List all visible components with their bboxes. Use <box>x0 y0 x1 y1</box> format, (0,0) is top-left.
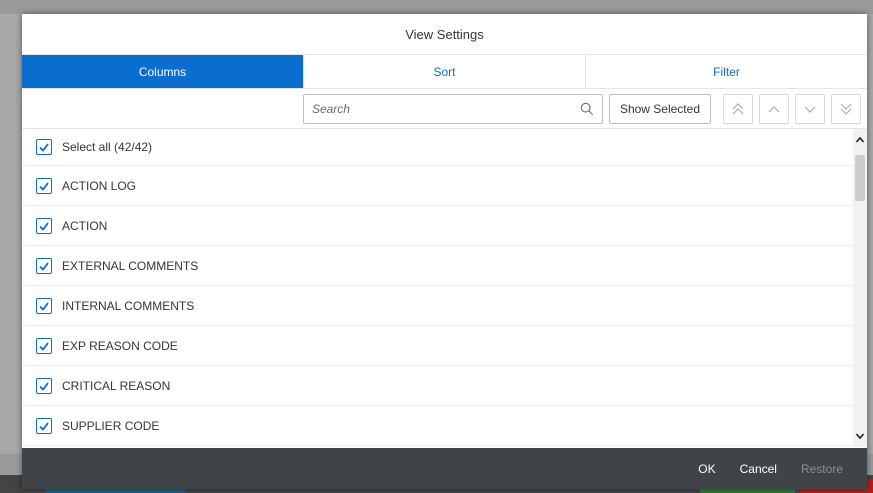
dialog-title: View Settings <box>405 26 484 42</box>
checkbox[interactable] <box>36 257 52 274</box>
move-down-button[interactable] <box>795 93 825 124</box>
scroll-up-button[interactable] <box>853 133 867 147</box>
tab-columns-label: Columns <box>138 64 187 79</box>
caret-down-icon <box>855 433 865 440</box>
checkbox[interactable] <box>36 139 52 155</box>
move-up-button[interactable] <box>759 93 789 124</box>
list-item-label: EXTERNAL COMMENTS <box>62 258 199 273</box>
checkbox[interactable] <box>36 217 52 234</box>
tab-filter[interactable]: Filter <box>586 55 867 88</box>
checkmark-icon <box>39 421 49 431</box>
tab-bar: Columns Sort Filter <box>22 55 867 89</box>
list-item[interactable]: ACTION LOG <box>22 166 853 206</box>
checkmark-icon <box>39 221 49 231</box>
caret-up-icon <box>855 136 865 143</box>
column-list: Select all (42/42) ACTION LOG ACTION EXT… <box>22 129 867 447</box>
background-left-edge <box>0 14 22 454</box>
checkmark-icon <box>39 301 49 311</box>
search-input[interactable] <box>311 101 580 116</box>
list-item[interactable]: EXTERNAL COMMENTS <box>22 246 853 286</box>
list-item-label: CRITICAL REASON <box>62 378 171 393</box>
chevron-down-icon <box>804 106 816 113</box>
tab-filter-label: Filter <box>713 64 740 79</box>
checkbox[interactable] <box>36 297 52 314</box>
checkmark-icon <box>39 261 49 271</box>
checkmark-icon <box>39 181 49 191</box>
background-right-edge <box>867 14 873 454</box>
tab-columns[interactable]: Columns <box>22 55 304 88</box>
checkbox[interactable] <box>36 337 52 354</box>
list-item[interactable]: ACTION <box>22 206 853 246</box>
list-item[interactable]: CRITICAL REASON <box>22 366 853 406</box>
list-scrollbar[interactable] <box>853 129 867 447</box>
checkbox[interactable] <box>36 377 52 394</box>
columns-toolbar: Show Selected <box>22 89 867 129</box>
ok-button[interactable]: OK <box>686 462 727 476</box>
list-item[interactable]: SUPPLIER CODE <box>22 406 853 446</box>
scrollbar-thumb[interactable] <box>855 155 865 201</box>
search-field[interactable] <box>302 93 603 124</box>
double-chevron-down-icon <box>840 103 852 115</box>
list-item-label: ACTION LOG <box>62 178 137 193</box>
list-item-label: ACTION <box>62 218 108 233</box>
list-item-label: SUPPLIER CODE <box>62 418 160 433</box>
tab-sort[interactable]: Sort <box>304 55 586 88</box>
tab-sort-label: Sort <box>433 64 456 79</box>
list-item-label: INTERNAL COMMENTS <box>62 298 195 313</box>
checkbox[interactable] <box>36 417 52 434</box>
restore-button[interactable]: Restore <box>789 462 855 476</box>
checkmark-icon <box>39 143 49 152</box>
scroll-down-button[interactable] <box>853 429 867 443</box>
dialog-header: View Settings <box>22 14 867 55</box>
cancel-button[interactable]: Cancel <box>728 462 789 476</box>
chevron-up-icon <box>768 105 780 112</box>
checkmark-icon <box>39 381 49 391</box>
show-selected-button[interactable]: Show Selected <box>608 93 711 124</box>
checkmark-icon <box>39 341 49 351</box>
list-item[interactable]: INTERNAL COMMENTS <box>22 286 853 326</box>
move-to-bottom-button[interactable] <box>831 93 861 124</box>
list-item-label: EXP REASON CODE <box>62 338 178 353</box>
dialog-footer: OK Cancel Restore <box>22 448 867 489</box>
move-to-top-button[interactable] <box>723 93 753 124</box>
list-item-label: Select all (42/42) <box>62 140 153 154</box>
list-item-select-all[interactable]: Select all (42/42) <box>22 129 853 166</box>
double-chevron-up-icon <box>732 102 744 114</box>
search-icon[interactable] <box>580 102 594 116</box>
view-settings-dialog: View Settings Columns Sort Filter Show S… <box>22 14 867 489</box>
list-item[interactable]: EXP REASON CODE <box>22 326 853 366</box>
checkbox[interactable] <box>36 177 52 194</box>
